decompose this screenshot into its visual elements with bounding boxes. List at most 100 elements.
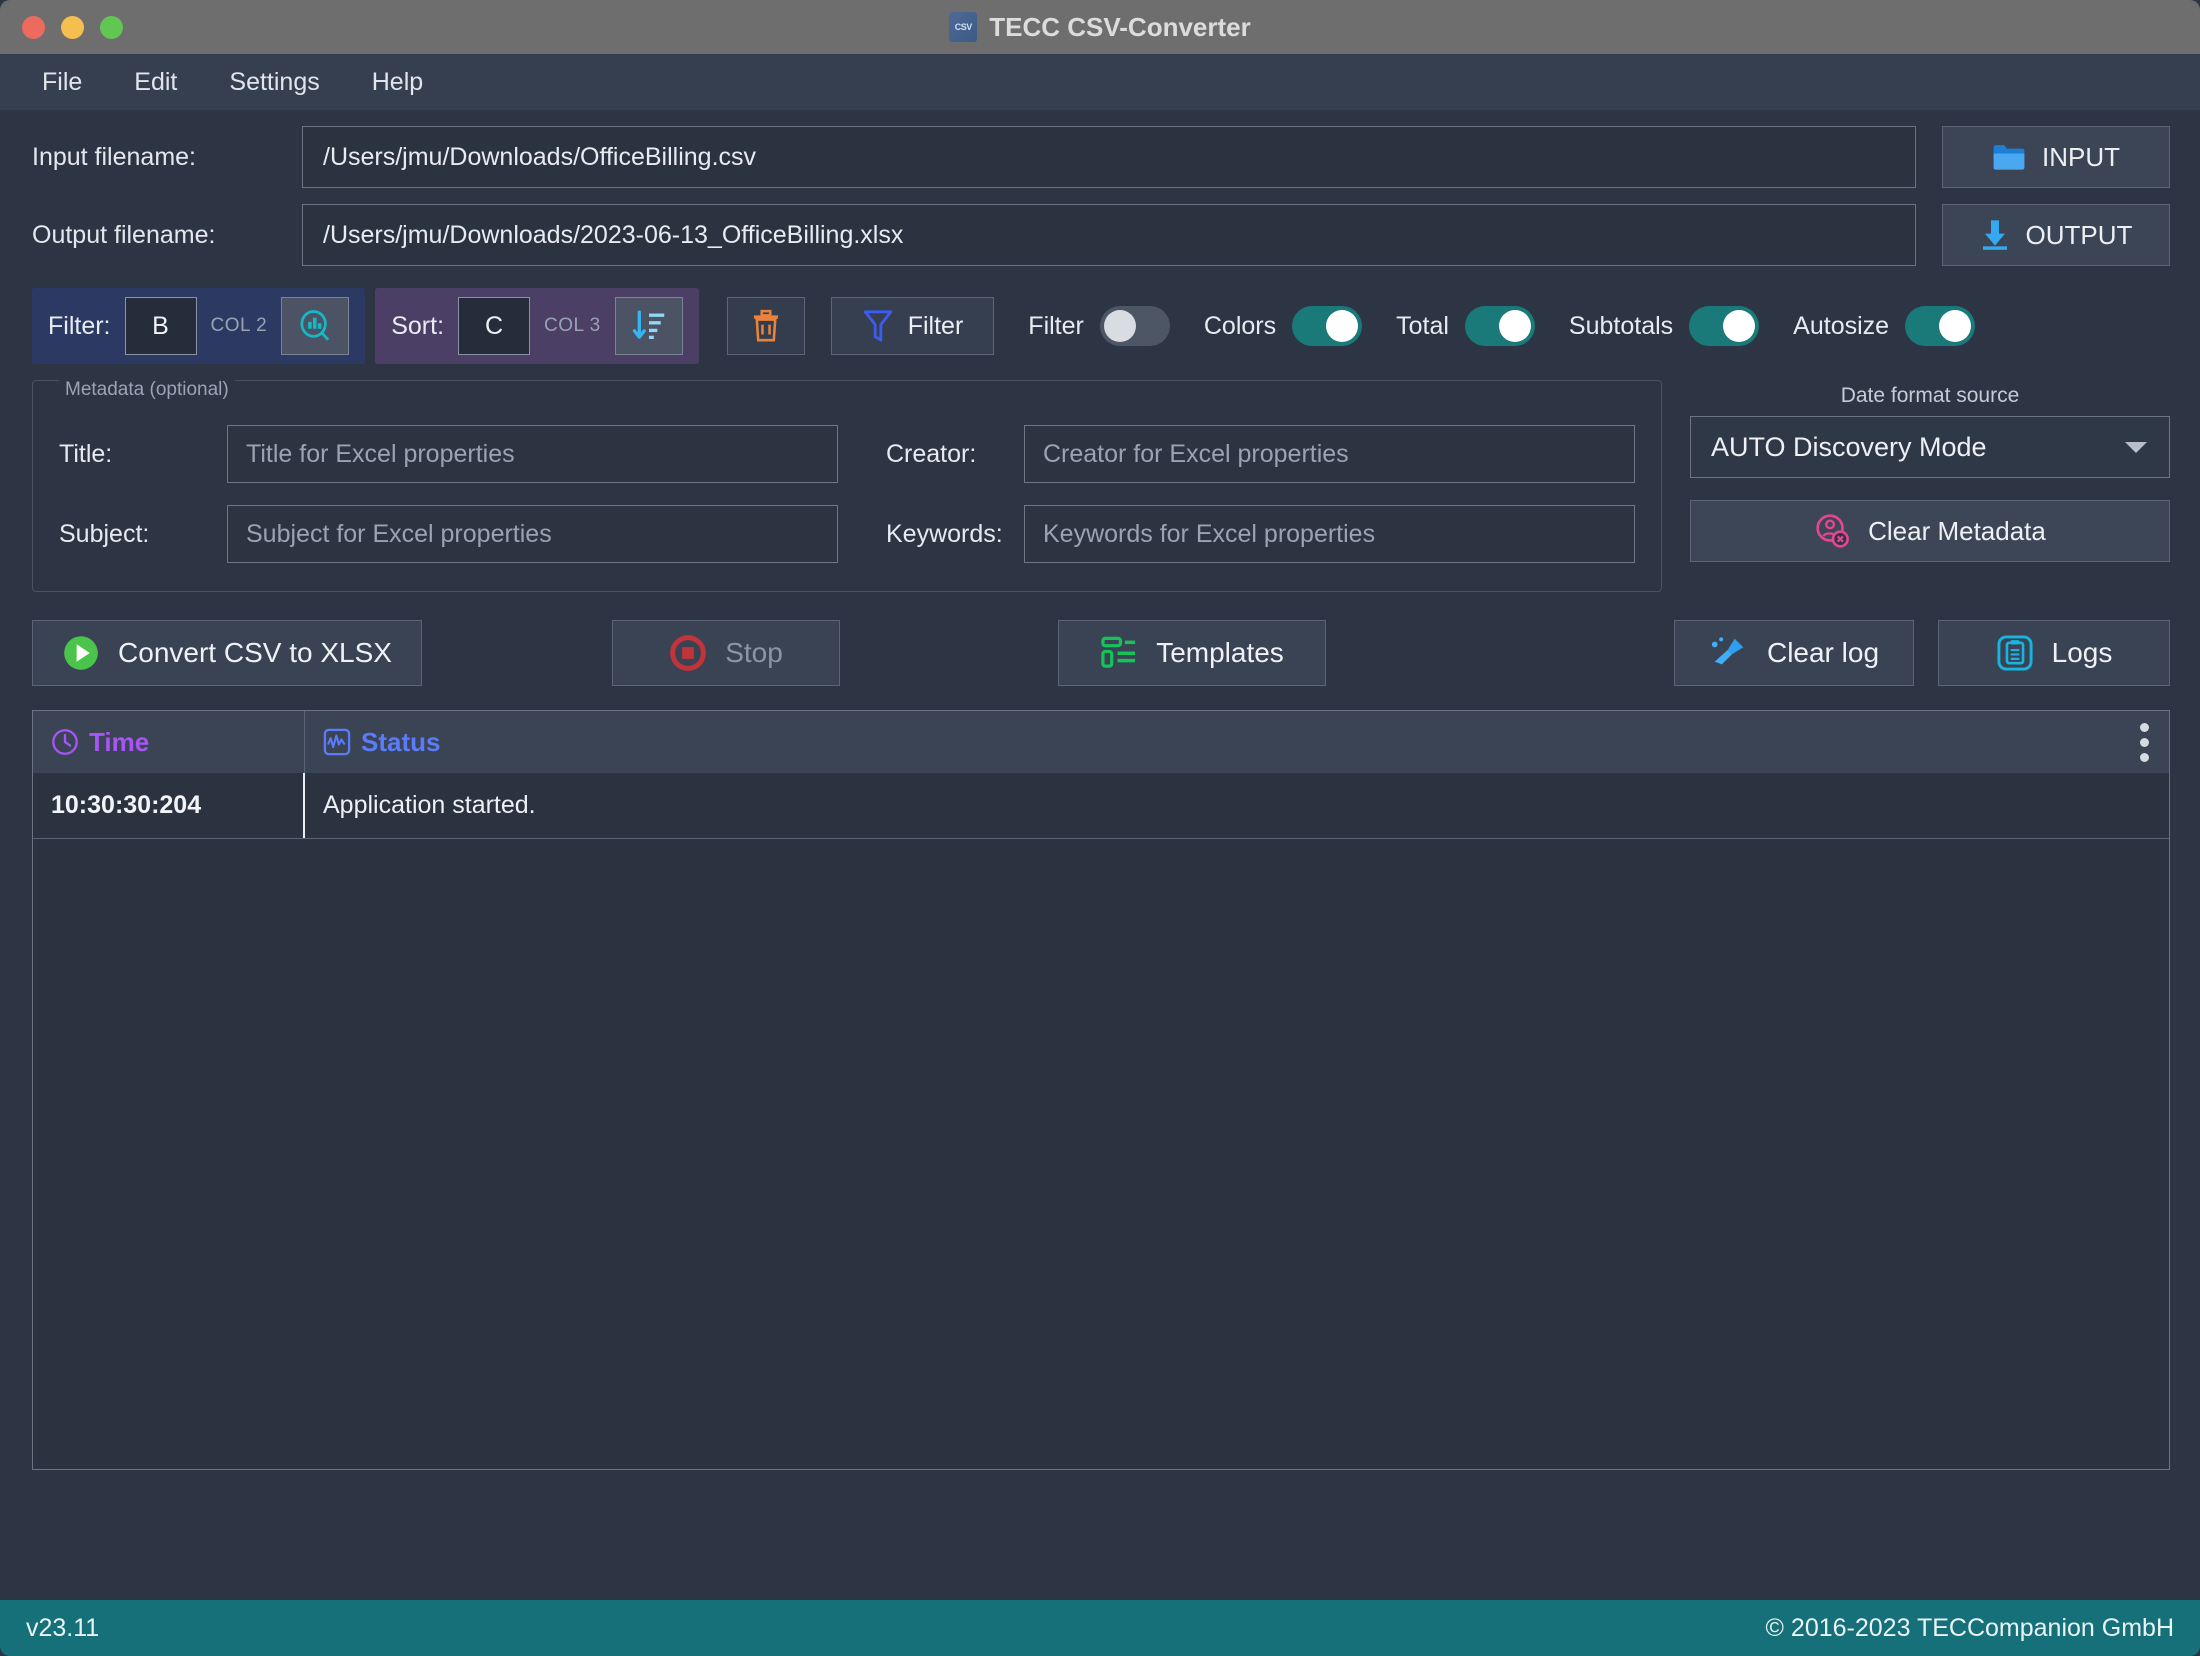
toggle-total-switch[interactable] [1465,306,1535,346]
filter-column-tag: COL 2 [211,315,268,337]
log-table-header: Time Status [33,711,2169,773]
clear-log-button-label: Clear log [1767,637,1879,669]
trash-icon [750,309,782,343]
log-row-status: Application started. [305,791,2169,820]
clear-filter-sort-button[interactable] [727,297,805,355]
toggle-autosize-group: Autosize [1793,306,1975,346]
filter-column-input[interactable]: B [125,297,197,355]
input-browse-label: INPUT [2042,142,2120,173]
maximize-button[interactable] [100,16,123,39]
filter-preview-button[interactable] [281,297,349,355]
table-row[interactable]: 10:30:30:204 Application started. [33,773,2169,839]
menu-item-help[interactable]: Help [350,61,445,104]
metadata-subject-field[interactable] [227,505,838,563]
clear-log-button[interactable]: Clear log [1674,620,1914,686]
funnel-icon [862,309,894,343]
output-browse-label: OUTPUT [2026,220,2133,251]
toggle-knob [1499,310,1531,342]
filter-column-panel: Filter: B COL 2 [32,288,365,364]
date-format-selected-value: AUTO Discovery Mode [1711,432,1987,463]
menu-item-settings[interactable]: Settings [207,61,341,104]
toggle-subtotals-group: Subtotals [1569,306,1759,346]
minimize-button[interactable] [61,16,84,39]
sort-column-input[interactable]: C [458,297,530,355]
templates-button-label: Templates [1156,637,1284,669]
log-table: Time Status 10:30:30:204 Application sta… [32,710,2170,1470]
log-row-time: 10:30:30:204 [33,773,305,838]
chevron-down-icon [2123,439,2149,455]
main-content: Input filename: INPUT Output filename: O… [0,126,2200,1470]
apply-filter-button[interactable]: Filter [831,297,995,355]
toggle-autosize-switch[interactable] [1905,306,1975,346]
metadata-panel: Metadata (optional) Title: Creator: Subj… [32,380,1662,592]
title-bar: CSV TECC CSV-Converter [0,0,2200,54]
input-filename-field[interactable] [302,126,1916,188]
templates-button[interactable]: Templates [1058,620,1326,686]
toggle-knob [1326,310,1358,342]
action-button-row: Convert CSV to XLSX Stop Templates [0,618,2200,688]
dot [2140,753,2149,762]
menu-item-edit[interactable]: Edit [112,61,199,104]
activity-icon [323,728,351,756]
output-browse-button[interactable]: OUTPUT [1942,204,2170,266]
date-format-column: Date format source AUTO Discovery Mode C… [1690,380,2170,592]
clear-metadata-label: Clear Metadata [1868,516,2046,547]
sort-panel-label: Sort: [391,312,444,341]
date-format-select[interactable]: AUTO Discovery Mode [1690,416,2170,478]
column-search-icon [297,308,333,344]
window-title-group: CSV TECC CSV-Converter [0,12,2200,43]
output-file-row: Output filename: OUTPUT [0,204,2200,266]
toggle-subtotals-label: Subtotals [1569,312,1673,341]
filter-sort-toolbar: Filter: B COL 2 Sort: C COL 3 [0,288,2200,364]
folder-icon [1992,143,2026,171]
menu-item-file[interactable]: File [20,61,104,104]
toggle-total-group: Total [1396,306,1535,346]
clear-metadata-button[interactable]: Clear Metadata [1690,500,2170,562]
output-filename-field[interactable] [302,204,1916,266]
sort-column-panel: Sort: C COL 3 [375,288,699,364]
input-browse-button[interactable]: INPUT [1942,126,2170,188]
toggle-filter-switch[interactable] [1100,306,1170,346]
csv-file-icon: CSV [949,12,977,42]
date-format-label: Date format source [1690,384,2170,408]
metadata-row: Metadata (optional) Title: Creator: Subj… [0,380,2200,592]
log-column-status-label: Status [361,727,440,758]
version-label: v23.11 [26,1614,99,1643]
log-column-time[interactable]: Time [33,711,305,773]
broom-icon [1709,635,1749,671]
clock-icon [51,728,79,756]
clipboard-icon [1996,634,2034,672]
metadata-grid: Title: Creator: Subject: Keywords: [59,425,1635,563]
metadata-subject-label: Subject: [59,520,209,549]
toggle-colors-switch[interactable] [1292,306,1362,346]
sort-direction-button[interactable] [615,297,683,355]
dot [2140,738,2149,747]
download-icon [1980,219,2010,251]
sort-column-tag: COL 3 [544,315,601,337]
stop-button[interactable]: Stop [612,620,840,686]
metadata-creator-field[interactable] [1024,425,1635,483]
window-controls[interactable] [22,16,123,39]
close-button[interactable] [22,16,45,39]
metadata-title-field[interactable] [227,425,838,483]
output-filename-label: Output filename: [32,221,302,250]
metadata-keywords-field[interactable] [1024,505,1635,563]
dot [2140,723,2149,732]
menu-bar: File Edit Settings Help [0,54,2200,110]
log-table-menu-button[interactable] [2134,711,2155,773]
copyright-label: © 2016-2023 TECCompanion GmbH [1766,1614,2174,1643]
play-icon [62,634,100,672]
logs-button[interactable]: Logs [1938,620,2170,686]
toggle-filter-group: Filter [1028,306,1170,346]
log-column-time-label: Time [89,727,149,758]
stop-button-label: Stop [725,637,783,669]
metadata-title-label: Title: [59,440,209,469]
apply-filter-label: Filter [908,312,964,341]
toggle-total-label: Total [1396,312,1449,341]
toggle-subtotals-switch[interactable] [1689,306,1759,346]
toggle-colors-label: Colors [1204,312,1276,341]
log-column-status[interactable]: Status [305,711,2169,773]
toggle-filter-label: Filter [1028,312,1084,341]
convert-button[interactable]: Convert CSV to XLSX [32,620,422,686]
toggle-knob [1723,310,1755,342]
